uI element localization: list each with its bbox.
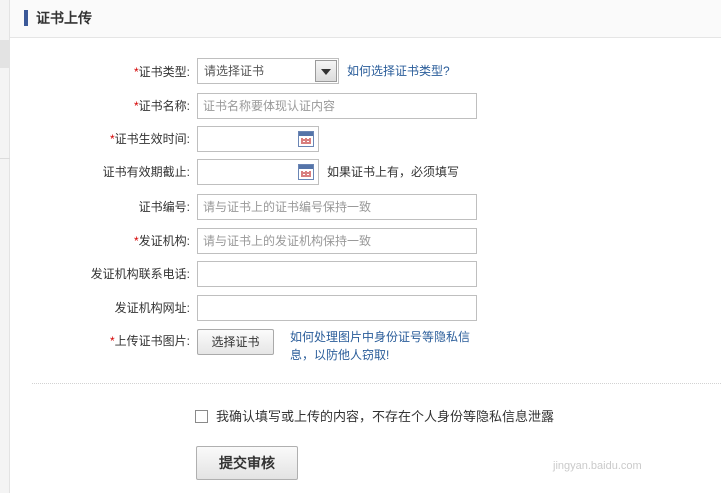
cert-number-label: 证书编号:: [138, 200, 190, 214]
effective-date-label: *证书生效时间:: [109, 132, 190, 146]
cert-number-placeholder: 请与证书上的证书编号保持一致: [203, 200, 372, 214]
cert-number-row: 证书编号:: [0, 194, 190, 220]
cert-name-row: *证书名称:: [0, 93, 190, 119]
cert-name-label: *证书名称:: [133, 99, 190, 113]
chevron-down-icon[interactable]: [315, 60, 337, 82]
issuer-input[interactable]: 请与证书上的发证机构保持一致: [197, 228, 477, 254]
expiry-date-row: 证书有效期截止:: [0, 159, 190, 185]
issuer-label: *发证机构:: [133, 234, 190, 248]
effective-date-input[interactable]: [197, 126, 319, 152]
cert-name-input[interactable]: 证书名称要体现认证内容: [197, 93, 477, 119]
privacy-help-link[interactable]: 如何处理图片中身份证号等隐私信 息，以防他人窃取!: [290, 328, 480, 364]
title-accent-bar: [24, 10, 28, 26]
expiry-date-input[interactable]: [197, 159, 319, 185]
issuer-website-row: 发证机构网址:: [0, 295, 190, 321]
cert-image-row: *上传证书图片:: [0, 328, 190, 354]
cert-number-input[interactable]: 请与证书上的证书编号保持一致: [197, 194, 477, 220]
cert-type-row: *证书类型:: [0, 59, 190, 85]
issuer-phone-row: 发证机构联系电话:: [0, 261, 190, 287]
issuer-row: *发证机构:: [0, 228, 190, 254]
expiry-date-note: 如果证书上有，必须填写: [327, 165, 460, 179]
calendar-icon[interactable]: [298, 164, 314, 180]
cert-type-label: *证书类型:: [133, 65, 190, 79]
section-header: 证书上传: [10, 0, 721, 38]
cert-type-selected: 请选择证书: [204, 64, 265, 78]
issuer-website-input[interactable]: [197, 295, 477, 321]
cert-type-help-link[interactable]: 如何选择证书类型?: [347, 62, 450, 80]
section-title: 证书上传: [36, 10, 92, 26]
calendar-icon[interactable]: [298, 131, 314, 147]
baidu-watermark-url: jingyan.baidu.com: [553, 460, 642, 472]
cert-image-label: *上传证书图片:: [109, 334, 190, 348]
issuer-phone-input[interactable]: [197, 261, 477, 287]
submit-button[interactable]: 提交审核: [196, 446, 298, 480]
choose-cert-button[interactable]: 选择证书: [197, 329, 274, 355]
cert-name-placeholder: 证书名称要体现认证内容: [203, 99, 336, 113]
issuer-placeholder: 请与证书上的发证机构保持一致: [203, 234, 372, 248]
cert-type-select[interactable]: 请选择证书: [197, 58, 339, 84]
form-divider: [32, 383, 721, 384]
confirm-checkbox[interactable]: [195, 410, 208, 423]
confirm-text: 我确认填写或上传的内容，不存在个人身份等隐私信息泄露: [216, 409, 555, 424]
issuer-website-label: 发证机构网址:: [114, 301, 190, 315]
issuer-phone-label: 发证机构联系电话:: [90, 267, 190, 281]
expiry-date-label: 证书有效期截止:: [102, 165, 190, 179]
effective-date-row: *证书生效时间:: [0, 126, 190, 152]
